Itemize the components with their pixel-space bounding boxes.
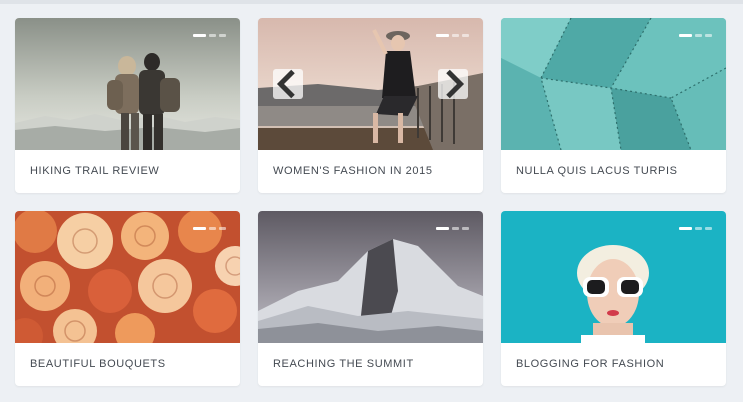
card-title[interactable]: NULLA QUIS LACUS TURPIS	[516, 165, 678, 177]
slider-dot[interactable]	[452, 227, 459, 230]
slider-dot[interactable]	[462, 227, 469, 230]
slider-dot[interactable]	[219, 227, 226, 230]
half-dome-mountain-photo	[258, 211, 483, 343]
roses-photo	[15, 211, 240, 343]
slider-dot[interactable]	[193, 34, 206, 37]
slider-dots[interactable]	[679, 227, 712, 230]
blog-card-bouquets[interactable]: BEAUTIFUL BOUQUETS	[15, 211, 240, 386]
blog-card-nulla[interactable]: NULLA QUIS LACUS TURPIS	[501, 18, 726, 193]
blog-card-hiking[interactable]: HIKING TRAIL REVIEW	[15, 18, 240, 193]
woman-sunglasses-photo	[501, 211, 726, 343]
slider-dot[interactable]	[705, 34, 712, 37]
chevron-left-icon	[276, 69, 295, 99]
slider-dot[interactable]	[695, 227, 702, 230]
card-title[interactable]: BEAUTIFUL BOUQUETS	[30, 358, 166, 370]
slider-dot[interactable]	[695, 34, 702, 37]
blog-card-grid: HIKING TRAIL REVIEW WOMEN'S FASHION IN 2…	[15, 18, 727, 386]
card-title[interactable]: BLOGGING FOR FASHION	[516, 358, 664, 370]
chevron-right-icon	[446, 69, 465, 99]
blog-card-blogging-fashion[interactable]: BLOGGING FOR FASHION	[501, 211, 726, 386]
card-title[interactable]: HIKING TRAIL REVIEW	[30, 165, 159, 177]
card-title[interactable]: REACHING THE SUMMIT	[273, 358, 414, 370]
slider-dots[interactable]	[436, 227, 469, 230]
slider-dot[interactable]	[705, 227, 712, 230]
slider-dots[interactable]	[193, 34, 226, 37]
blog-card-fashion-2015[interactable]: WOMEN'S FASHION IN 2015	[258, 18, 483, 193]
slider-dot[interactable]	[193, 227, 206, 230]
top-divider	[0, 0, 743, 4]
slider-dot[interactable]	[436, 227, 449, 230]
slider-dot[interactable]	[219, 34, 226, 37]
teal-agave-photo	[501, 18, 726, 150]
slider-dot[interactable]	[679, 227, 692, 230]
slider-dots[interactable]	[679, 34, 712, 37]
woman-on-pier-photo	[258, 18, 483, 150]
card-title[interactable]: WOMEN'S FASHION IN 2015	[273, 165, 433, 177]
slider-prev-button[interactable]	[273, 69, 303, 99]
slider-dot[interactable]	[679, 34, 692, 37]
slider-dot[interactable]	[209, 227, 216, 230]
couple-hiking-photo	[15, 18, 240, 150]
blog-card-summit[interactable]: REACHING THE SUMMIT	[258, 211, 483, 386]
slider-next-button[interactable]	[438, 69, 468, 99]
slider-dots[interactable]	[193, 227, 226, 230]
slider-dot[interactable]	[209, 34, 216, 37]
